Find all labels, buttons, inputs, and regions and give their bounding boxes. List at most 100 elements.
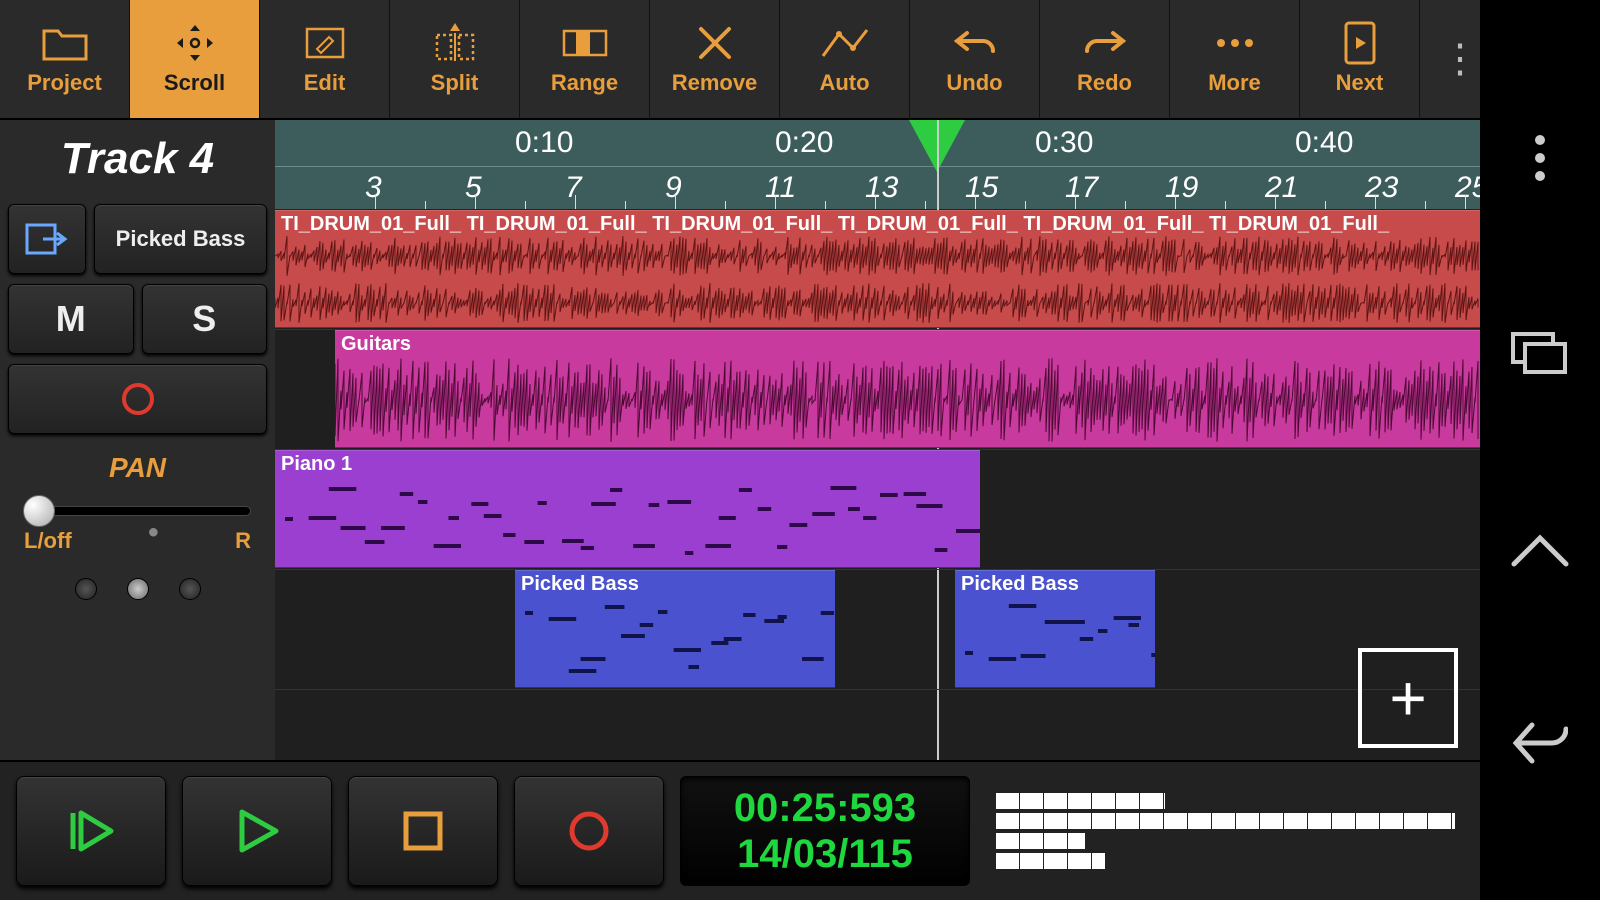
menu-icon[interactable] <box>1505 123 1575 193</box>
timeline[interactable]: 0:100:200:300:40 35791113151719212325 TI… <box>275 120 1480 760</box>
stop-button[interactable] <box>348 776 498 886</box>
add-track-button[interactable]: + <box>1358 648 1458 748</box>
record-icon <box>565 807 613 855</box>
playhead[interactable] <box>937 120 965 172</box>
record-button[interactable] <box>514 776 664 886</box>
toolbar-label: Scroll <box>164 70 225 96</box>
split-icon <box>433 22 477 64</box>
level-meters <box>986 776 1464 886</box>
folder-icon <box>42 22 88 64</box>
meter-row <box>996 833 1464 849</box>
toolbar-label: Split <box>431 70 479 96</box>
auto-button[interactable]: Auto <box>780 0 910 118</box>
bar-marker: 13 <box>865 171 898 205</box>
range-button[interactable]: Range <box>520 0 650 118</box>
clip[interactable]: Piano 1 <box>275 450 980 568</box>
toolbar-label: Range <box>551 70 618 96</box>
kebab-icon: ⋮ <box>1440 36 1480 82</box>
toolbar-label: Redo <box>1077 70 1132 96</box>
pan-slider[interactable]: L/off • R <box>8 494 267 554</box>
toolbar-label: Edit <box>304 70 346 96</box>
play-from-start-button[interactable] <box>16 776 166 886</box>
pencil-icon <box>303 22 347 64</box>
redo-icon <box>1083 22 1127 64</box>
redo-button[interactable]: Redo <box>1040 0 1170 118</box>
time-marker: 0:20 <box>775 126 833 160</box>
scroll-button[interactable]: Scroll <box>130 0 260 118</box>
slider-thumb[interactable] <box>23 495 55 527</box>
dot[interactable] <box>127 578 149 600</box>
project-button[interactable]: Project <box>0 0 130 118</box>
play-icon <box>230 804 284 858</box>
record-arm-button[interactable] <box>8 364 267 434</box>
pan-label: PAN <box>8 452 267 484</box>
toolbar-label: More <box>1208 70 1261 96</box>
toolbar-label: Remove <box>672 70 758 96</box>
bar-marker: 25 <box>1455 171 1480 205</box>
clip[interactable]: TI_DRUM_01_Full_ TI_DRUM_01_Full_ TI_DRU… <box>275 210 1480 328</box>
more-button[interactable]: More <box>1170 0 1300 118</box>
system-nav-bar <box>1480 0 1600 900</box>
bar-marker: 5 <box>465 171 482 205</box>
time-marker: 0:10 <box>515 126 573 160</box>
pan-center-mark: • <box>148 528 159 554</box>
instrument-button[interactable]: Picked Bass <box>94 204 267 274</box>
range-icon <box>562 22 608 64</box>
page-dots[interactable] <box>8 578 267 600</box>
play-start-icon <box>61 801 121 861</box>
remove-button[interactable]: Remove <box>650 0 780 118</box>
clip[interactable]: Guitars <box>335 330 1480 448</box>
undo-button[interactable]: Undo <box>910 0 1040 118</box>
meter-row <box>996 793 1464 809</box>
dot[interactable] <box>75 578 97 600</box>
bar-marker: 15 <box>965 171 998 205</box>
bar-marker: 3 <box>365 171 382 205</box>
bar-marker: 9 <box>665 171 682 205</box>
time-value: 00:25:593 <box>734 785 916 831</box>
track-inspector: Track 4 Picked Bass M S PAN L/off • <box>0 120 275 760</box>
more-icon <box>1215 22 1255 64</box>
solo-button[interactable]: S <box>142 284 268 354</box>
time-ruler[interactable]: 0:10 0:20 0:30 0:40 <box>275 120 1480 166</box>
stop-icon <box>400 808 446 854</box>
home-icon[interactable] <box>1505 513 1575 583</box>
bar-marker: 7 <box>565 171 582 205</box>
time-marker: 0:30 <box>1035 126 1093 160</box>
play-button[interactable] <box>182 776 332 886</box>
meter-row <box>996 853 1464 869</box>
track-row[interactable] <box>275 570 1480 690</box>
bar-ruler[interactable]: 35791113151719212325 <box>275 166 1480 210</box>
transport-bar: 00:25:593 14/03/115 <box>0 760 1480 900</box>
toolbar-label: Auto <box>819 70 869 96</box>
circle-icon <box>118 379 158 419</box>
overflow-menu-button[interactable]: ⋮ <box>1420 0 1500 118</box>
split-button[interactable]: Split <box>390 0 520 118</box>
scroll-icon <box>173 22 217 64</box>
next-button[interactable]: Next <box>1300 0 1420 118</box>
clip[interactable]: Picked Bass <box>515 570 835 688</box>
toolbar: Project Scroll Edit Split Range Remove A… <box>0 0 1480 120</box>
back-icon[interactable] <box>1505 708 1575 778</box>
pan-right-label: R <box>235 528 251 554</box>
track-title: Track 4 <box>8 128 267 194</box>
pan-left-label: L/off <box>24 528 72 554</box>
track-output-button[interactable] <box>8 204 86 274</box>
bar-marker: 17 <box>1065 171 1098 205</box>
edit-button[interactable]: Edit <box>260 0 390 118</box>
plus-icon: + <box>1389 661 1426 735</box>
toolbar-label: Undo <box>946 70 1002 96</box>
meter-row <box>996 813 1464 829</box>
time-marker: 0:40 <box>1295 126 1353 160</box>
clip[interactable]: Picked Bass <box>955 570 1155 688</box>
x-icon <box>697 22 733 64</box>
mute-button[interactable]: M <box>8 284 134 354</box>
recents-icon[interactable] <box>1505 318 1575 388</box>
bar-marker: 19 <box>1165 171 1198 205</box>
time-display[interactable]: 00:25:593 14/03/115 <box>680 776 970 886</box>
toolbar-label: Project <box>27 70 102 96</box>
dot[interactable] <box>179 578 201 600</box>
route-icon <box>25 221 69 257</box>
next-icon <box>1342 22 1378 64</box>
bar-marker: 11 <box>765 171 796 205</box>
undo-icon <box>953 22 997 64</box>
